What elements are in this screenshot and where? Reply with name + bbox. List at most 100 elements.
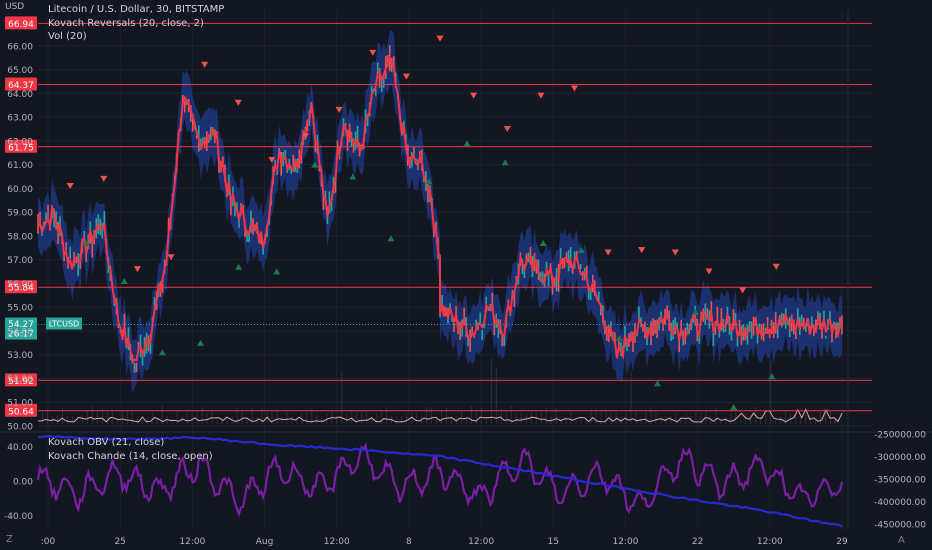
volume-bar: [216, 419, 218, 424]
volume-bar: [670, 416, 672, 424]
volume-bar: [46, 409, 48, 424]
time-tick-label: 12:00: [757, 537, 783, 547]
obv-tick-label: -250000.00: [874, 431, 926, 441]
sell-signal-marker: [638, 247, 646, 254]
volume-bar: [316, 415, 318, 424]
indicator-volume[interactable]: Vol (20): [48, 31, 87, 42]
price-tick-label: 54.00: [7, 327, 33, 337]
volume-bar: [760, 413, 762, 424]
volume-bar: [520, 413, 522, 424]
buy-signal-marker: [730, 403, 738, 410]
indicator-kovach-reversals[interactable]: Kovach Reversals (20, close, 2): [48, 18, 204, 29]
indicator-kovach-obv[interactable]: Kovach OBV (21, close): [48, 437, 164, 448]
volume-bar: [575, 419, 577, 424]
volume-bar: [361, 411, 363, 424]
sell-signal-marker: [739, 287, 747, 294]
price-tick-label: 56.00: [7, 280, 33, 290]
volume-bar: [141, 419, 143, 424]
volume-bar: [281, 417, 283, 424]
time-tick-label: 12:00: [468, 537, 494, 547]
time-tick-label: :00: [41, 537, 56, 547]
volume-bar: [725, 417, 727, 424]
price-tick-label: 53.00: [7, 351, 33, 361]
volume-bar: [136, 417, 138, 424]
chart-title[interactable]: Litecoin / U.S. Dollar, 30, BITSTAMP: [48, 4, 224, 15]
sell-signal-marker: [503, 125, 511, 132]
volume-bar: [426, 407, 428, 424]
volume-bar: [206, 413, 208, 424]
buy-signal-marker: [158, 349, 166, 356]
volume-bar: [485, 418, 487, 424]
volume-bar: [346, 413, 348, 424]
volume-bar: [580, 418, 582, 424]
volume-bar: [396, 416, 398, 424]
volume-bar: [366, 410, 368, 424]
volume-bar: [540, 411, 542, 424]
obv-tick-label: -300000.00: [874, 453, 926, 463]
chart-canvas: 66.9464.3761.7555.8451.9250.6454.2726:17…: [0, 10, 932, 547]
volume-bar: [126, 409, 128, 424]
volume-bar: [221, 417, 223, 424]
price-tick-label: 57.00: [7, 256, 33, 266]
z-button[interactable]: Z: [6, 534, 13, 545]
volume-bar: [515, 412, 517, 424]
volume-bar: [411, 412, 413, 424]
volume-bar: [286, 409, 288, 424]
price-tick-label: 62.00: [7, 137, 33, 147]
time-tick-label: 25: [114, 537, 125, 547]
volume-bars: [37, 357, 843, 424]
volume-bar: [186, 409, 188, 424]
volume-bar: [460, 410, 462, 424]
volume-bar: [795, 414, 797, 424]
volume-bar: [151, 412, 153, 424]
volume-bar: [106, 409, 108, 424]
volume-bar: [401, 415, 403, 424]
volume-bar: [111, 409, 113, 424]
sell-signal-marker: [369, 49, 377, 56]
volume-bar: [71, 415, 73, 424]
sell-signal-marker: [705, 268, 713, 275]
price-tick-label: 58.00: [7, 232, 33, 242]
price-tick-label: 64.00: [7, 90, 33, 100]
sell-signal-marker: [100, 175, 108, 182]
volume-bar: [121, 410, 123, 424]
chande-tick-label: 0.00: [13, 478, 33, 488]
volume-bar: [610, 412, 612, 424]
level-label: 50.64: [8, 407, 34, 417]
sell-signal-marker: [133, 266, 141, 273]
buy-signal-marker: [196, 339, 204, 346]
time-tick-label: 29: [836, 537, 848, 547]
volume-bar: [416, 413, 418, 424]
buy-signal-marker: [120, 278, 128, 285]
volume-bar: [765, 412, 767, 424]
volume-bar: [226, 419, 228, 424]
volume-bar: [291, 416, 293, 424]
price-tick-label: 52.00: [7, 375, 33, 385]
axes: 66.00 65.00 64.00 63.00 62.00 61.00 60.00 59.00…: [7, 10, 849, 547]
sell-signal-marker: [470, 92, 478, 99]
sell-signal-marker: [537, 92, 545, 99]
sell-signal-marker: [201, 61, 209, 68]
volume-bar: [805, 413, 807, 424]
volume-bar: [465, 419, 467, 424]
auto-scale-button[interactable]: A: [898, 535, 905, 546]
price-tick-label: 50.00: [7, 423, 33, 433]
time-tick-label: 12:00: [612, 537, 638, 547]
price-tick-label: 66.00: [7, 42, 33, 52]
volume-bar: [615, 409, 617, 424]
volume-bar: [441, 409, 442, 424]
volume-bar: [351, 410, 353, 424]
price-tick-label: 59.00: [7, 209, 33, 219]
volume-bar: [820, 411, 822, 424]
volume-bar: [475, 409, 477, 424]
volume-bar: [176, 410, 178, 424]
volume-bar: [356, 411, 358, 424]
buy-signal-marker: [273, 268, 281, 275]
symbol-label: LTCUSD: [49, 320, 79, 329]
buy-signal-marker: [768, 373, 776, 380]
volume-bar: [620, 416, 622, 424]
time-tick-label: Aug: [256, 537, 274, 547]
volume-bar: [495, 366, 497, 424]
indicator-kovach-chande[interactable]: Kovach Chande (14, close, open): [48, 451, 213, 462]
volume-bar: [730, 409, 732, 424]
